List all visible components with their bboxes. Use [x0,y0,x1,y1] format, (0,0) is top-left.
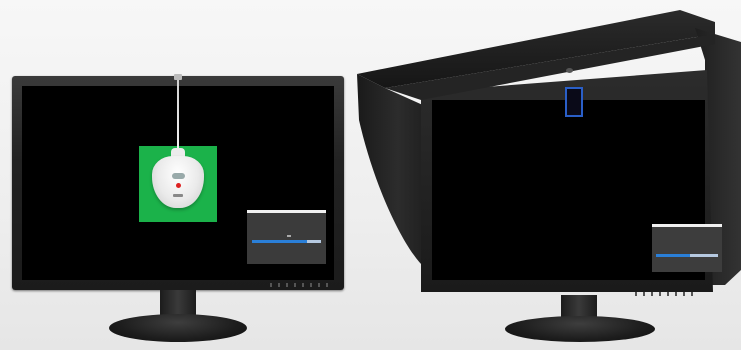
right-monitor [355,0,741,350]
brand-logo-mark [566,68,573,73]
right-monitor-control-buttons [635,292,695,296]
sensor-logo-badge [172,173,185,179]
dialog-text-mark [287,235,291,237]
left-progress-bar [252,240,321,243]
left-monitor [0,0,360,350]
right-progress-dialog [652,224,722,272]
right-monitor-stand-base [505,316,655,342]
left-monitor-stand-base [109,314,247,342]
sensor-clip [174,74,182,80]
right-progress-bar [656,254,718,257]
built-in-sensor [565,87,583,117]
sensor-label-mark [173,194,183,197]
sensor-cable [177,76,179,148]
left-monitor-control-buttons [270,283,334,287]
left-progress-dialog [247,210,326,264]
sensor-indicator-light [176,183,181,188]
